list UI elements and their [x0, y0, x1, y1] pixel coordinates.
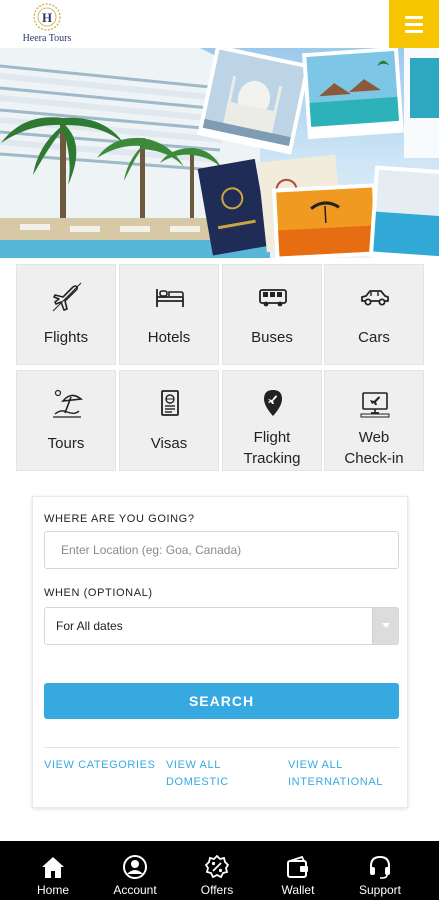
travel-collage-illustration: [0, 48, 439, 258]
hero-banner-image: [0, 48, 439, 258]
location-pin-plane-icon: [264, 390, 282, 416]
nav-wallet[interactable]: Wallet: [258, 841, 338, 900]
car-icon: [361, 290, 389, 306]
menu-bar: [405, 15, 423, 19]
link-text-line2: INTERNATIONAL: [288, 776, 383, 788]
category-cars[interactable]: Cars: [324, 264, 424, 365]
category-label: Cars: [358, 329, 390, 346]
divider: [44, 747, 399, 748]
category-label: Flights: [43, 329, 89, 346]
menu-bar: [405, 22, 423, 26]
category-buses[interactable]: Buses: [222, 264, 322, 365]
category-flight-tracking[interactable]: Flight Tracking: [222, 370, 322, 471]
category-label: Visas: [150, 435, 188, 452]
nav-home[interactable]: Home: [13, 841, 93, 900]
category-label: Hotels: [147, 329, 191, 346]
bed-icon: [156, 289, 184, 307]
date-select-value: For All dates: [56, 619, 123, 633]
computer-checkin-icon: [360, 392, 390, 418]
nav-label: Home: [36, 883, 69, 897]
category-label-line2: Tracking: [243, 450, 301, 467]
nav-label: Wallet: [281, 883, 315, 897]
account-icon: [123, 855, 147, 879]
offers-icon: [204, 854, 230, 879]
bottom-navigation: Home Account Offers Wallet Support: [0, 841, 439, 900]
category-flights[interactable]: Flights: [16, 264, 116, 365]
bus-icon: [259, 289, 287, 307]
link-text-line1: VIEW ALL: [288, 759, 343, 771]
nav-label: Support: [358, 883, 402, 897]
nav-account[interactable]: Account: [95, 841, 175, 900]
hamburger-menu-button[interactable]: [389, 0, 439, 48]
airplane-icon: [52, 282, 82, 312]
link-text-line2: DOMESTIC: [166, 776, 229, 788]
where-label: WHERE ARE YOU GOING?: [44, 513, 195, 525]
passport-icon: [161, 390, 179, 416]
home-icon: [42, 857, 64, 878]
nav-offers[interactable]: Offers: [177, 841, 257, 900]
category-label-line2: Check-in: [344, 450, 404, 467]
date-select[interactable]: For All dates: [44, 607, 399, 645]
app-screen: H Heera Tours Flights Hotels Buses Cars …: [0, 0, 439, 900]
category-label: Tours: [47, 435, 85, 452]
beach-umbrella-icon: [53, 389, 83, 418]
category-label: Buses: [251, 329, 293, 346]
heera-tours-logo[interactable]: H Heera Tours: [18, 2, 76, 46]
view-categories-link[interactable]: VIEW CATEGORIES: [44, 757, 155, 774]
category-hotels[interactable]: Hotels: [119, 264, 219, 365]
search-button[interactable]: SEARCH: [44, 683, 399, 719]
category-label-line1: Web: [358, 429, 390, 446]
category-web-checkin[interactable]: Web Check-in: [324, 370, 424, 471]
logo-emblem-icon: H: [33, 3, 61, 31]
logo-initial: H: [42, 10, 52, 25]
category-visas[interactable]: Visas: [119, 370, 219, 471]
nav-label: Offers: [200, 883, 234, 897]
when-label: WHEN (OPTIONAL): [44, 587, 153, 599]
view-all-domestic-link[interactable]: VIEW ALL DOMESTIC: [166, 757, 229, 791]
logo-text: Heera Tours: [22, 33, 72, 44]
link-text-line1: VIEW ALL: [166, 759, 221, 771]
nav-support[interactable]: Support: [340, 841, 420, 900]
chevron-down-icon: [372, 608, 398, 644]
link-text: VIEW CATEGORIES: [44, 759, 156, 771]
location-field[interactable]: [44, 531, 399, 569]
category-label-line1: Flight: [253, 429, 291, 446]
wallet-icon: [287, 855, 308, 878]
view-all-international-link[interactable]: VIEW ALL INTERNATIONAL: [288, 757, 383, 791]
support-headset-icon: [370, 855, 390, 879]
menu-bar: [405, 29, 423, 33]
location-input[interactable]: [45, 532, 398, 568]
app-header: H Heera Tours: [0, 0, 439, 48]
category-tours[interactable]: Tours: [16, 370, 116, 471]
nav-label: Account: [113, 883, 157, 897]
search-card: WHERE ARE YOU GOING? WHEN (OPTIONAL) For…: [32, 496, 408, 808]
